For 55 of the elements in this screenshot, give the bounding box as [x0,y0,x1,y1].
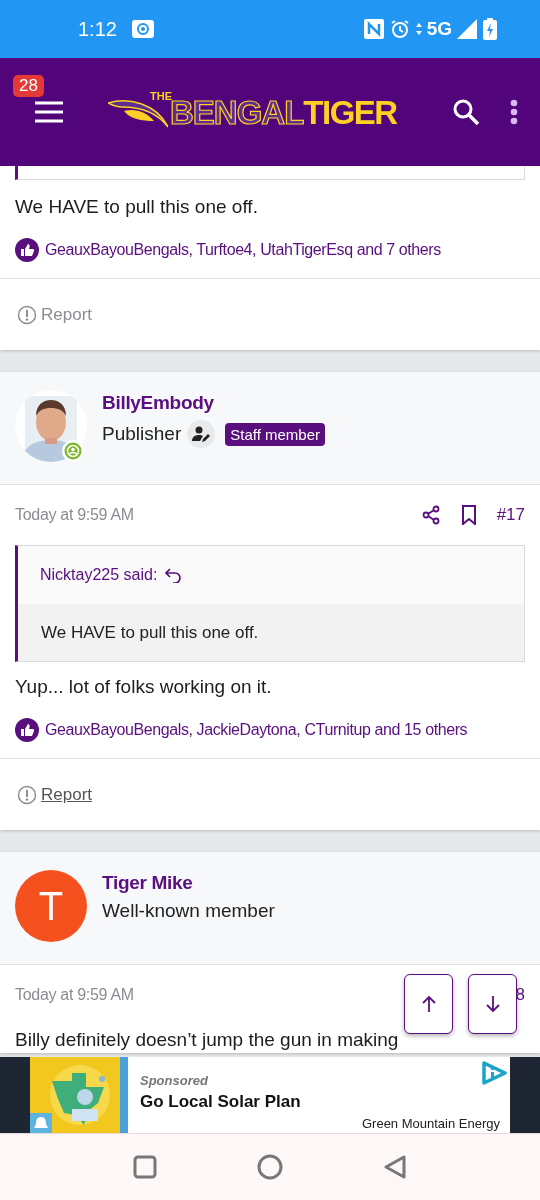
signal-icon [457,19,477,39]
ad-title: Go Local Solar Plan [140,1092,301,1112]
advertiser-name: Green Mountain Energy [361,1116,500,1131]
alert-icon [17,784,37,805]
logo-word: TIGER [303,95,397,129]
data-arrows-icon [415,23,422,35]
battery-icon [483,18,497,40]
screen-record-icon [131,20,154,38]
notification-badge: 28 [13,75,44,97]
user-title: Publisher [102,423,182,445]
like-icon [15,718,39,742]
scroll-up-button[interactable] [404,974,453,1034]
logo-prefix: THE [150,89,172,102]
user-title: Well-known member [102,900,275,922]
square-icon [133,1155,157,1179]
jump-back-icon[interactable] [165,567,182,583]
author-name[interactable]: BillyEmbody [102,392,325,414]
report-link[interactable]: Report [17,784,93,805]
triangle-icon [383,1154,407,1180]
person-edit-icon [187,420,216,448]
post-time: Today at 9:59 AM [15,986,135,1004]
recents-button[interactable] [133,1155,157,1179]
avatar: T [15,870,87,942]
alarm-icon [389,19,410,39]
search-icon [452,98,480,126]
bookmark-icon[interactable] [460,505,477,525]
network-type: 5G [426,18,452,40]
post-text: We HAVE to pull this one off. [14,195,259,219]
eye-logo-icon [108,98,168,129]
alert-icon [17,304,37,325]
reaction-list[interactable]: GeauxBayouBengals, JackieDaytona, CTurnitup and 15 others [45,721,468,739]
more-icon [510,99,518,125]
ad-banner[interactable]: Sponsored Go Local Solar Plan Green Mountain Energy [30,1057,510,1133]
ad-info-icon[interactable] [481,1061,507,1085]
post-text: Billy definitely doesn’t jump the gun in making [14,1028,400,1052]
staff-badge: Staff member [225,422,325,446]
like-icon [15,238,39,262]
quote-author[interactable]: Nicktay225 said: [40,566,158,584]
arrow-down-icon [485,995,500,1013]
nfc-icon [363,19,384,39]
circle-icon [257,1154,283,1180]
menu-icon [34,101,64,123]
clock: 1:12 [78,17,117,41]
home-button[interactable] [257,1154,283,1180]
back-button[interactable] [383,1154,407,1180]
author-name[interactable]: Tiger Mike [102,872,275,894]
post-time: Today at 9:59 AM [15,506,135,524]
sponsored-label: Sponsored [140,1073,209,1088]
quote-text: We HAVE to pull this one off. [18,604,524,661]
post-text: Yup... lot of folks working on it. [14,675,273,699]
share-icon[interactable] [420,505,441,525]
scroll-down-button[interactable] [468,974,517,1034]
reaction-list[interactable]: GeauxBayouBengals, Turftoe4, UtahTigerEsq and 7 others [45,241,441,259]
arrow-up-icon [421,995,436,1013]
post-number[interactable]: #17 [496,505,525,525]
